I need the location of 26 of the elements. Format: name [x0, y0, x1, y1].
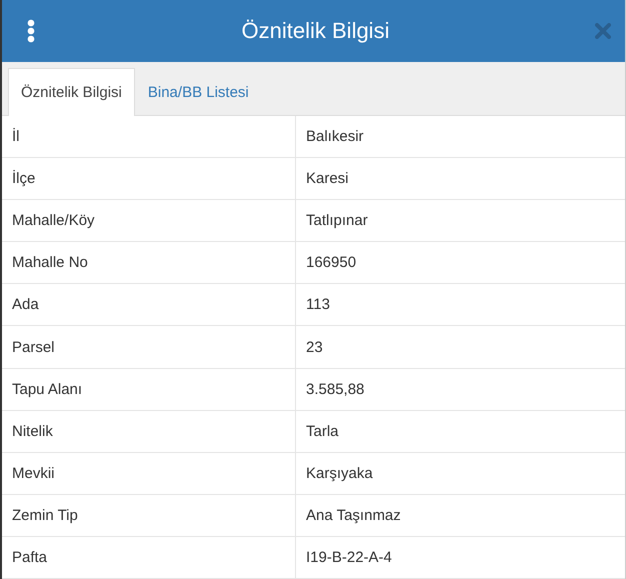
- table-cell: Balıkesir: [295, 116, 625, 158]
- table-cell: Tatlıpınar: [295, 200, 625, 242]
- window-title: Öznitelik Bilgisi: [242, 18, 390, 44]
- table-cell: Karşıyaka: [295, 452, 625, 494]
- table-cell: Tarla: [295, 410, 625, 452]
- table-cell-text: Parsel: [11, 338, 56, 358]
- table-cell-text: Zemin Tip: [11, 506, 79, 526]
- table-cell: 23: [295, 326, 625, 368]
- tab[interactable]: Bina/BB Listesi: [134, 68, 262, 116]
- tab[interactable]: Öznitelik Bilgisi: [8, 68, 135, 116]
- table-cell-text: Nitelik: [11, 422, 54, 442]
- table-cell: 166950: [295, 242, 625, 284]
- table-cell-text: İlçe: [11, 169, 36, 190]
- table-cell: 113: [295, 284, 625, 326]
- table-cell: Ana Taşınmaz: [295, 494, 625, 536]
- table-cell-text: Ada: [11, 295, 40, 316]
- table-cell-text: Mahalle/Köy: [11, 211, 96, 232]
- table-cell: Karesi: [295, 158, 625, 200]
- menu-icon[interactable]: [26, 19, 36, 43]
- table-cell-text: İl: [11, 127, 20, 148]
- table-cell: 3.585,88: [295, 368, 625, 410]
- table-cell: I19-B-22-A-4: [295, 536, 625, 578]
- table-cell-text: Mahalle No: [11, 253, 89, 274]
- table-cell-text: Pafta: [11, 548, 48, 568]
- table-cell-text: Mevkii: [11, 464, 56, 484]
- table-cell-text: Tapu Alanı: [11, 380, 84, 400]
